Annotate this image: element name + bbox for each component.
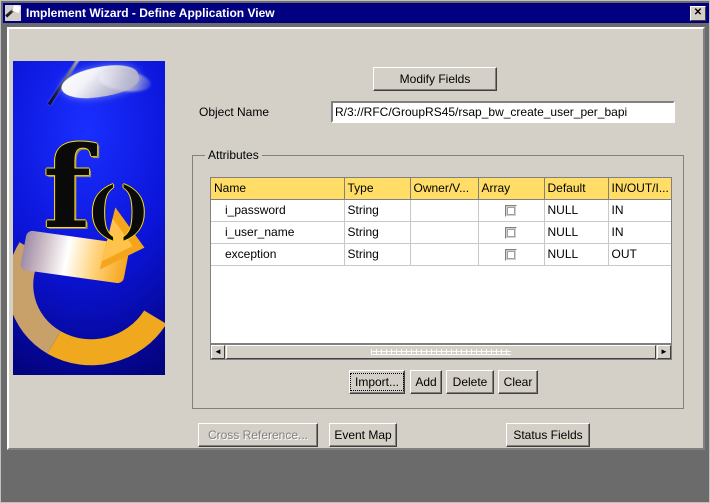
delete-button[interactable]: Delete: [446, 370, 494, 394]
scroll-right-arrow-icon[interactable]: ►: [657, 345, 671, 359]
cell-name[interactable]: i_password: [211, 199, 345, 222]
wizard-navigation-bar: Cancel «Back Next» Finish: [1, 454, 709, 502]
cell-type[interactable]: String: [344, 221, 411, 244]
cell-array[interactable]: [478, 221, 545, 244]
implement-wizard-window: Implement Wizard - Define Application Vi…: [0, 0, 710, 503]
wizard-wand-icon: [5, 5, 21, 21]
attributes-horizontal-scrollbar[interactable]: ◄ ►: [210, 344, 672, 360]
column-header-array[interactable]: Array: [478, 178, 545, 200]
cell-direction[interactable]: IN: [608, 199, 671, 222]
cell-name[interactable]: exception: [211, 243, 345, 266]
cell-owner[interactable]: [410, 221, 479, 244]
table-header-row: Name Type Owner/V... Array Default IN/OU…: [211, 178, 671, 200]
modify-fields-button[interactable]: Modify Fields: [373, 67, 497, 91]
column-header-type[interactable]: Type: [344, 178, 411, 200]
cell-array[interactable]: [478, 243, 545, 266]
object-name-input[interactable]: R/3://RFC/GroupRS45/rsap_bw_create_user_…: [331, 101, 675, 123]
banner-function-paren-glyph: (): [87, 173, 154, 246]
banner-function-f-glyph: f: [43, 123, 92, 254]
table-row[interactable]: i_password String NULL IN: [211, 199, 671, 222]
cell-owner[interactable]: [410, 199, 479, 222]
cell-type[interactable]: String: [344, 243, 411, 266]
title-bar: Implement Wizard - Define Application Vi…: [3, 3, 709, 23]
array-checkbox[interactable]: [505, 248, 517, 261]
wizard-banner-image: f (): [13, 61, 165, 375]
cell-direction[interactable]: IN: [608, 221, 671, 244]
cell-array[interactable]: [478, 199, 545, 222]
column-header-direction[interactable]: IN/OUT/I...: [608, 178, 671, 200]
add-button[interactable]: Add: [410, 370, 442, 394]
cell-owner[interactable]: [410, 243, 479, 266]
import-button-label: Import...: [350, 373, 405, 391]
table-row[interactable]: exception String NULL OUT: [211, 243, 671, 266]
window-title: Implement Wizard - Define Application Vi…: [26, 6, 275, 20]
cell-default[interactable]: NULL: [544, 243, 609, 266]
object-name-label: Object Name: [199, 105, 270, 119]
column-header-default[interactable]: Default: [544, 178, 609, 200]
cell-default[interactable]: NULL: [544, 199, 609, 222]
array-checkbox[interactable]: [505, 204, 517, 217]
column-header-owner[interactable]: Owner/V...: [410, 178, 479, 200]
scrollbar-thumb[interactable]: [226, 345, 656, 359]
column-header-name[interactable]: Name: [211, 178, 345, 200]
event-map-button[interactable]: Event Map: [329, 423, 397, 447]
cell-name[interactable]: i_user_name: [211, 221, 345, 244]
cell-default[interactable]: NULL: [544, 221, 609, 244]
close-icon[interactable]: ✕: [690, 5, 706, 21]
import-button[interactable]: Import...: [349, 370, 405, 394]
attributes-table-container[interactable]: Name Type Owner/V... Array Default IN/OU…: [210, 177, 672, 344]
array-checkbox[interactable]: [505, 226, 517, 239]
cell-type[interactable]: String: [344, 199, 411, 222]
status-fields-button[interactable]: Status Fields: [506, 423, 590, 447]
clear-button[interactable]: Clear: [498, 370, 538, 394]
table-row[interactable]: i_user_name String NULL IN: [211, 221, 671, 244]
cell-direction[interactable]: OUT: [608, 243, 671, 266]
attributes-groupbox-label: Attributes: [205, 148, 262, 162]
scroll-left-arrow-icon[interactable]: ◄: [211, 345, 225, 359]
attributes-table: Name Type Owner/V... Array Default IN/OU…: [211, 178, 671, 266]
cross-reference-button: Cross Reference...: [198, 423, 318, 447]
